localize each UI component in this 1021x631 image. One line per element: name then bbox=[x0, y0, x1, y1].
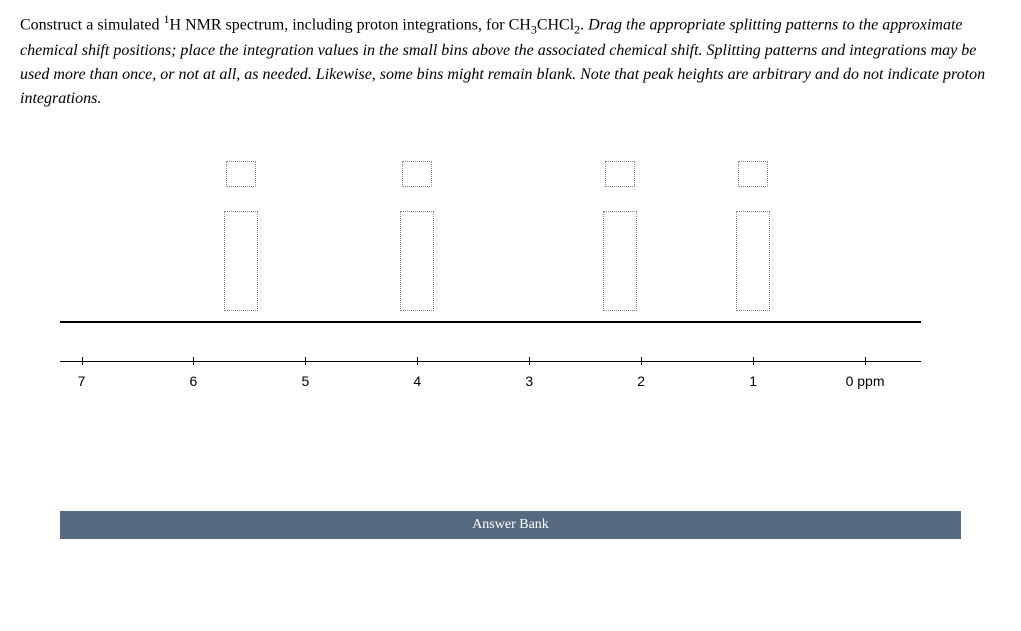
instructions-text: Construct a simulated 1H NMR spectrum, i… bbox=[20, 10, 1001, 111]
tick-3 bbox=[529, 357, 530, 365]
text-prefix: Construct a simulated bbox=[20, 16, 164, 33]
spectrum-area: 7 6 5 4 3 2 1 0 ppm bbox=[40, 141, 981, 491]
axis-label-5: 5 bbox=[301, 373, 309, 389]
text-suffix: . bbox=[580, 16, 588, 33]
axis-line bbox=[60, 361, 921, 362]
answer-bank-header[interactable]: Answer Bank bbox=[60, 511, 961, 539]
pattern-bin-1[interactable] bbox=[224, 211, 258, 311]
tick-0 bbox=[865, 357, 866, 365]
integration-bin-1[interactable] bbox=[226, 161, 256, 187]
axis-label-4: 4 bbox=[413, 373, 421, 389]
pattern-bin-4[interactable] bbox=[736, 211, 770, 311]
axis-label-3: 3 bbox=[525, 373, 533, 389]
integration-bin-2[interactable] bbox=[402, 161, 432, 187]
axis-label-6: 6 bbox=[190, 373, 198, 389]
tick-4 bbox=[417, 357, 418, 365]
pattern-bin-2[interactable] bbox=[400, 211, 434, 311]
text-mid2: CHCl bbox=[537, 16, 574, 33]
tick-2 bbox=[641, 357, 642, 365]
axis-label-0: 0 ppm bbox=[846, 373, 885, 389]
axis-label-7: 7 bbox=[78, 373, 86, 389]
axis-label-2: 2 bbox=[637, 373, 645, 389]
integration-bin-4[interactable] bbox=[738, 161, 768, 187]
text-mid: H NMR spectrum, including proton integra… bbox=[170, 16, 531, 33]
tick-5 bbox=[305, 357, 306, 365]
spectrum-baseline bbox=[60, 321, 921, 323]
tick-7 bbox=[82, 357, 83, 365]
integration-bin-3[interactable] bbox=[605, 161, 635, 187]
axis-label-1: 1 bbox=[749, 373, 757, 389]
tick-6 bbox=[193, 357, 194, 365]
pattern-bin-3[interactable] bbox=[603, 211, 637, 311]
tick-1 bbox=[753, 357, 754, 365]
